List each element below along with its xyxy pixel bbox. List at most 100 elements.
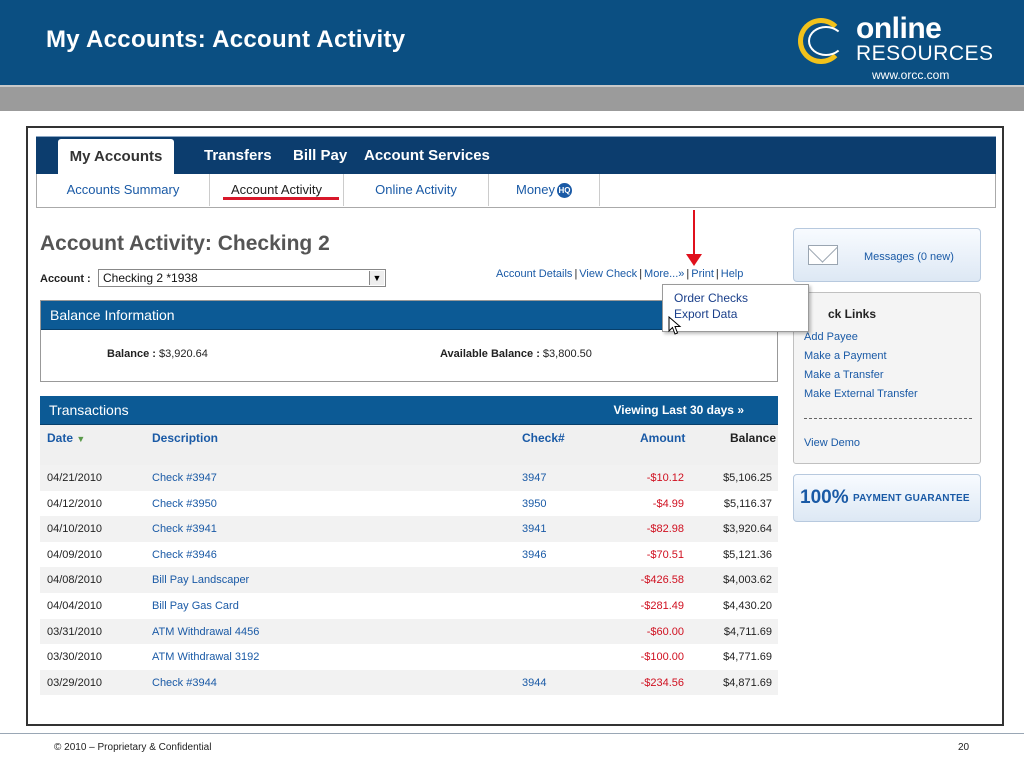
cell-balance: $4,003.62	[723, 574, 772, 587]
cell-check-number[interactable]: 3950	[522, 498, 546, 510]
view-demo-link[interactable]: View Demo	[804, 437, 860, 449]
footer-divider	[0, 733, 1024, 734]
cell-amount: -$60.00	[646, 625, 684, 638]
cell-check-number[interactable]: 3941	[522, 523, 546, 535]
cell-balance: $5,116.37	[723, 497, 772, 510]
link-account-details[interactable]: Account Details	[496, 268, 572, 280]
link-view-check[interactable]: View Check	[579, 268, 637, 280]
payment-guarantee-badge[interactable]: 100% PAYMENT GUARANTEE	[793, 474, 981, 522]
cell-description[interactable]: Check #3946	[152, 549, 217, 561]
account-action-links: Account Details | View Check | More...» | Prin…	[496, 268, 744, 280]
subnav-money-hq[interactable]: Money HQ	[489, 174, 600, 206]
account-label: Account :	[40, 273, 91, 285]
active-tab-underline	[223, 197, 339, 200]
cell-check-number[interactable]: 3946	[522, 549, 546, 561]
column-header-check[interactable]: Check#	[522, 431, 565, 445]
cell-amount: -$4.99	[652, 497, 684, 510]
cell-amount: -$234.56	[640, 676, 684, 689]
callout-arrow-icon	[686, 254, 702, 266]
quick-links-title: ck Links	[828, 307, 877, 321]
transactions-panel: Transactions Viewing Last 30 days » Date…	[40, 396, 778, 702]
table-row: 04/04/2010 Bill Pay Gas Card -$281.49 $4,43…	[40, 593, 778, 619]
transactions-title: Transactions	[49, 402, 129, 418]
quick-link-external-transfer[interactable]: Make External Transfer	[804, 388, 918, 400]
table-row: 04/10/2010 Check #3941 3941 -$82.98 $3,920.6…	[40, 516, 778, 542]
guarantee-percent: 100%	[800, 487, 849, 508]
transactions-panel-header: Transactions Viewing Last 30 days »	[40, 396, 778, 425]
balance-value: $3,920.64	[158, 348, 208, 360]
cell-description[interactable]: Bill Pay Landscaper	[152, 574, 249, 586]
cell-date: 04/04/2010	[47, 599, 103, 612]
column-header-amount[interactable]: Amount	[640, 431, 685, 445]
cell-description[interactable]: Check #3944	[152, 677, 217, 689]
link-more[interactable]: More...»	[644, 268, 684, 280]
tab-account-services[interactable]: Account Services	[364, 137, 490, 175]
cell-amount: -$70.51	[646, 548, 684, 561]
slide-header: My Accounts: Account Activity online RES…	[0, 0, 1024, 85]
quick-links-panel: ck Links Add Payee Make a Payment Make a…	[793, 292, 981, 464]
link-help[interactable]: Help	[721, 268, 744, 280]
quick-links-divider	[804, 418, 972, 419]
screenshot-frame: My Accounts Transfers Bill Pay Account S…	[26, 126, 1004, 726]
messages-link[interactable]: Messages (0 new)	[864, 251, 954, 263]
cell-date: 03/31/2010	[47, 625, 103, 638]
subnav-account-activity[interactable]: Account Activity	[210, 174, 344, 206]
column-header-date[interactable]: Date ▼	[47, 431, 85, 445]
balance-label: Balance :	[107, 348, 156, 360]
online-resources-logo: online RESOURCES www.orcc.com	[798, 12, 1018, 84]
page-title: Account Activity: Checking 2	[40, 232, 330, 255]
cell-amount: -$82.98	[646, 523, 684, 536]
table-row: 03/29/2010 Check #3944 3944 -$234.56 $4,871.…	[40, 669, 778, 696]
transactions-table-body: 04/21/2010 Check #3947 3947 -$10.12 $5,106.2…	[40, 465, 778, 696]
tab-my-accounts[interactable]: My Accounts	[58, 139, 174, 177]
tab-transfers[interactable]: Transfers	[204, 137, 272, 175]
footer-copyright: © 2010 – Proprietary & Confidential	[54, 742, 212, 753]
menu-item-export-data[interactable]: Export Data	[674, 307, 737, 321]
cell-date: 03/30/2010	[47, 651, 103, 664]
header-divider-band	[0, 85, 1024, 111]
cell-balance: $4,711.69	[723, 625, 772, 638]
mouse-pointer-icon	[668, 316, 682, 335]
cell-description[interactable]: Check #3947	[152, 472, 217, 484]
cell-balance: $4,871.69	[723, 676, 772, 689]
cell-balance: $4,771.69	[723, 651, 772, 664]
tab-bill-pay[interactable]: Bill Pay	[293, 137, 347, 175]
page-number: 20	[958, 742, 970, 753]
subnav-accounts-summary[interactable]: Accounts Summary	[37, 174, 210, 206]
cell-check-number[interactable]: 3947	[522, 472, 546, 484]
quick-link-make-transfer[interactable]: Make a Transfer	[804, 369, 883, 381]
chevron-down-icon[interactable]: ▼	[369, 271, 384, 285]
menu-item-order-checks[interactable]: Order Checks	[674, 291, 748, 305]
account-select-value: Checking 2 *1938	[103, 271, 198, 285]
cell-amount: -$100.00	[640, 651, 684, 664]
subnav-money-label: Money	[515, 182, 556, 197]
available-balance-label: Available Balance :	[440, 348, 540, 360]
subnav-online-activity[interactable]: Online Activity	[344, 174, 489, 206]
guarantee-label: PAYMENT GUARANTEE	[853, 493, 970, 504]
cell-description[interactable]: ATM Withdrawal 3192	[152, 651, 259, 663]
cell-check-number[interactable]: 3944	[522, 677, 546, 689]
column-header-balance: Balance	[730, 431, 777, 445]
cell-amount: -$10.12	[646, 472, 684, 484]
messages-widget[interactable]: Messages (0 new)	[793, 228, 981, 282]
link-print[interactable]: Print	[691, 268, 714, 280]
viewing-last-30-days-link[interactable]: Viewing Last 30 days »	[613, 396, 744, 424]
quick-link-make-payment[interactable]: Make a Payment	[804, 350, 887, 362]
sort-down-arrow-icon: ▼	[76, 434, 86, 444]
account-select[interactable]: Checking 2 *1938 ▼	[98, 269, 386, 287]
cell-description[interactable]: ATM Withdrawal 4456	[152, 626, 259, 638]
cell-date: 04/09/2010	[47, 548, 103, 561]
cell-description[interactable]: Check #3950	[152, 498, 217, 510]
cell-date: 04/12/2010	[47, 497, 103, 510]
available-balance-value: $3,800.50	[542, 348, 592, 360]
more-dropdown-menu: Order Checks Export Data	[662, 284, 809, 332]
cell-date: 04/21/2010	[47, 472, 103, 484]
column-header-description[interactable]: Description	[152, 431, 218, 445]
logo-wordmark-online: online	[856, 12, 942, 45]
quick-link-add-payee[interactable]: Add Payee	[804, 331, 858, 343]
slide-title: My Accounts: Account Activity	[46, 26, 406, 53]
cell-description[interactable]: Bill Pay Gas Card	[152, 600, 239, 612]
cell-description[interactable]: Check #3941	[152, 523, 217, 535]
cell-balance: $5,121.36	[723, 548, 772, 561]
cell-amount: -$426.58	[640, 574, 684, 587]
